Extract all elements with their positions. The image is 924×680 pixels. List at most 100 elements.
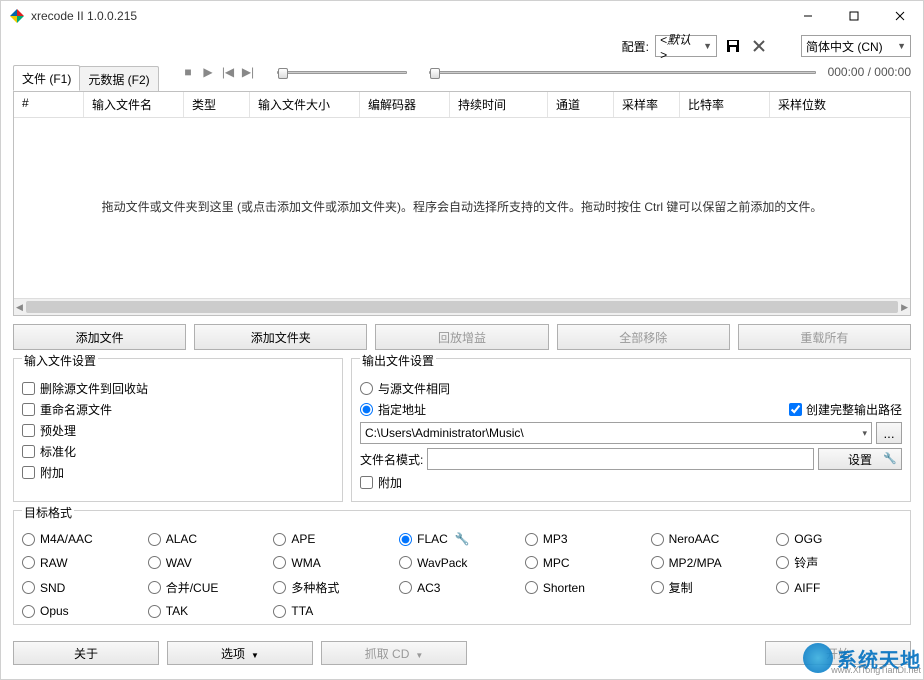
format-option-flac[interactable]: FLAC🔧 bbox=[399, 532, 525, 546]
format-option-wavpack[interactable]: WavPack bbox=[399, 554, 525, 571]
format-option-alac[interactable]: ALAC bbox=[148, 532, 274, 546]
format-radio[interactable] bbox=[22, 605, 35, 618]
filename-pattern-input[interactable] bbox=[427, 448, 814, 470]
volume-slider[interactable] bbox=[277, 71, 407, 74]
titlebar: xrecode II 1.0.0.215 bbox=[1, 1, 923, 31]
maximize-button[interactable] bbox=[831, 1, 877, 31]
format-radio[interactable] bbox=[22, 556, 35, 569]
minimize-button[interactable] bbox=[785, 1, 831, 31]
format-radio[interactable] bbox=[651, 581, 664, 594]
slider-thumb[interactable] bbox=[278, 68, 288, 79]
format-radio[interactable] bbox=[525, 533, 538, 546]
format-option--[interactable]: 铃声 bbox=[776, 554, 902, 571]
chk-delete-to-recycle[interactable] bbox=[22, 382, 35, 395]
close-button[interactable] bbox=[877, 1, 923, 31]
format-radio[interactable] bbox=[525, 581, 538, 594]
format-option--[interactable]: 复制 bbox=[651, 579, 777, 596]
format-option-raw[interactable]: RAW bbox=[22, 554, 148, 571]
format-option-m4a-aac[interactable]: M4A/AAC bbox=[22, 532, 148, 546]
col-number[interactable]: # bbox=[14, 92, 84, 117]
format-option-tak[interactable]: TAK bbox=[148, 604, 274, 618]
format-option-ac3[interactable]: AC3 bbox=[399, 579, 525, 596]
table-empty-message[interactable]: 拖动文件或文件夹到这里 (或点击添加文件或添加文件夹)。程序会自动选择所支持的文… bbox=[14, 118, 910, 298]
format-option-shorten[interactable]: Shorten bbox=[525, 579, 651, 596]
format-radio[interactable] bbox=[776, 533, 789, 546]
col-bitdepth[interactable]: 采样位数 bbox=[770, 92, 910, 117]
replay-gain-button[interactable]: 回放增益 bbox=[375, 324, 548, 350]
filename-pattern-label: 文件名模式: bbox=[360, 451, 423, 468]
format-radio[interactable] bbox=[148, 581, 161, 594]
format-radio[interactable] bbox=[273, 556, 286, 569]
chk-normalize[interactable] bbox=[22, 445, 35, 458]
format-radio[interactable] bbox=[525, 556, 538, 569]
format-radio[interactable] bbox=[148, 605, 161, 618]
chk-rename-source[interactable] bbox=[22, 403, 35, 416]
tab-files[interactable]: 文件 (F1) bbox=[13, 65, 80, 91]
grab-cd-button[interactable]: 抓取 CD▼ bbox=[321, 641, 467, 665]
format-radio[interactable] bbox=[273, 533, 286, 546]
delete-config-button[interactable] bbox=[749, 36, 769, 56]
chk-create-full-path[interactable] bbox=[789, 403, 802, 416]
format-radio[interactable] bbox=[651, 533, 664, 546]
col-filename[interactable]: 输入文件名 bbox=[84, 92, 184, 117]
format-option--cue[interactable]: 合并/CUE bbox=[148, 579, 274, 596]
save-config-button[interactable] bbox=[723, 36, 743, 56]
format-option-mp2-mpa[interactable]: MP2/MPA bbox=[651, 554, 777, 571]
format-option-wma[interactable]: WMA bbox=[273, 554, 399, 571]
remove-all-button[interactable]: 全部移除 bbox=[557, 324, 730, 350]
wrench-icon[interactable]: 🔧 bbox=[455, 532, 470, 546]
format-option-aiff[interactable]: AIFF bbox=[776, 579, 902, 596]
format-radio[interactable] bbox=[148, 533, 161, 546]
col-channels[interactable]: 通道 bbox=[548, 92, 614, 117]
output-settings-panel: 输出文件设置 与源文件相同 指定地址 创建完整输出路径 C:\Users\Adm… bbox=[351, 358, 911, 502]
browse-button[interactable]: ... bbox=[876, 422, 902, 444]
action-button-row: 添加文件 添加文件夹 回放增益 全部移除 重载所有 bbox=[1, 322, 923, 358]
config-select[interactable]: <默认>▼ bbox=[655, 35, 717, 57]
col-bitrate[interactable]: 比特率 bbox=[680, 92, 770, 117]
filename-settings-button[interactable]: 设置🔧 bbox=[818, 448, 902, 470]
chk-append-input[interactable] bbox=[22, 466, 35, 479]
format-option-wav[interactable]: WAV bbox=[148, 554, 274, 571]
format-option--[interactable]: 多种格式 bbox=[273, 579, 399, 596]
format-radio[interactable] bbox=[148, 556, 161, 569]
chk-preprocess[interactable] bbox=[22, 424, 35, 437]
format-radio[interactable] bbox=[776, 581, 789, 594]
format-option-opus[interactable]: Opus bbox=[22, 604, 148, 618]
format-option-snd[interactable]: SND bbox=[22, 579, 148, 596]
add-file-button[interactable]: 添加文件 bbox=[13, 324, 186, 350]
seek-slider[interactable] bbox=[429, 71, 816, 74]
col-codec[interactable]: 编解码器 bbox=[360, 92, 450, 117]
col-samplerate[interactable]: 采样率 bbox=[614, 92, 680, 117]
radio-same-as-source[interactable] bbox=[360, 382, 373, 395]
format-option-mpc[interactable]: MPC bbox=[525, 554, 651, 571]
reload-all-button[interactable]: 重载所有 bbox=[738, 324, 911, 350]
format-option-ape[interactable]: APE bbox=[273, 532, 399, 546]
format-radio[interactable] bbox=[399, 533, 412, 546]
format-radio[interactable] bbox=[22, 581, 35, 594]
input-settings-panel: 输入文件设置 删除源文件到回收站 重命名源文件 预处理 标准化 附加 bbox=[13, 358, 343, 502]
format-option-neroaac[interactable]: NeroAAC bbox=[651, 532, 777, 546]
format-option-tta[interactable]: TTA bbox=[273, 604, 399, 618]
output-path-input[interactable]: C:\Users\Administrator\Music\▾ bbox=[360, 422, 872, 444]
format-option-ogg[interactable]: OGG bbox=[776, 532, 902, 546]
col-duration[interactable]: 持续时间 bbox=[450, 92, 548, 117]
format-radio[interactable] bbox=[273, 581, 286, 594]
radio-specify-path[interactable] bbox=[360, 403, 373, 416]
col-size[interactable]: 输入文件大小 bbox=[250, 92, 360, 117]
language-select[interactable]: 简体中文 (CN)▼ bbox=[801, 35, 911, 57]
format-radio[interactable] bbox=[776, 556, 789, 569]
chk-append-output[interactable] bbox=[360, 476, 373, 489]
format-option-mp3[interactable]: MP3 bbox=[525, 532, 651, 546]
col-type[interactable]: 类型 bbox=[184, 92, 250, 117]
format-radio[interactable] bbox=[651, 556, 664, 569]
slider-thumb[interactable] bbox=[430, 68, 440, 79]
horizontal-scrollbar[interactable]: ◀▶ bbox=[14, 298, 910, 315]
options-button[interactable]: 选项▼ bbox=[167, 641, 313, 665]
format-radio[interactable] bbox=[399, 581, 412, 594]
tab-metadata[interactable]: 元数据 (F2) bbox=[79, 66, 158, 91]
add-folder-button[interactable]: 添加文件夹 bbox=[194, 324, 367, 350]
format-radio[interactable] bbox=[399, 556, 412, 569]
format-radio[interactable] bbox=[22, 533, 35, 546]
about-button[interactable]: 关于 bbox=[13, 641, 159, 665]
format-radio[interactable] bbox=[273, 605, 286, 618]
